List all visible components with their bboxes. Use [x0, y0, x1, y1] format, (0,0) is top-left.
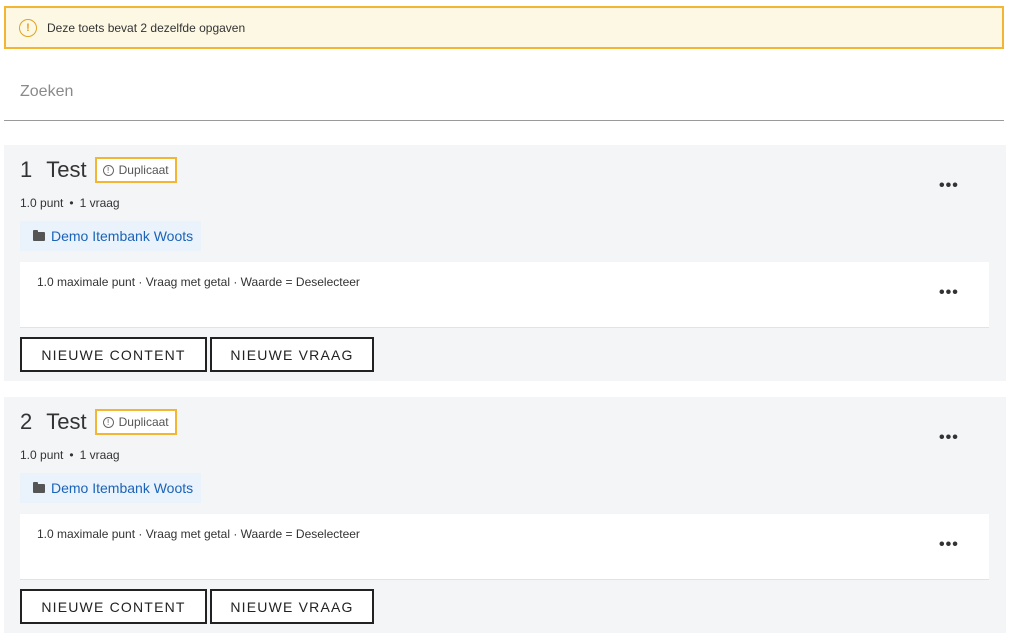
folder-name: Demo Itembank Woots — [51, 228, 194, 244]
search-input[interactable] — [4, 72, 1004, 112]
exclamation-circle-icon: ! — [19, 18, 37, 37]
question-card: 2 Test ! Duplicaat ••• 1.0 punt • 1 vraag … — [4, 397, 1006, 633]
question-item[interactable]: 1.0 maximale punt · Vraag met getal · Wa… — [20, 514, 989, 580]
item-description: 1.0 maximale punt · Vraag met getal · Wa… — [37, 527, 360, 541]
badge-label: Duplicaat — [118, 415, 169, 429]
question-title[interactable]: Test — [46, 157, 86, 183]
folder-link[interactable]: Demo Itembank Woots — [20, 221, 202, 251]
folder-link[interactable]: Demo Itembank Woots — [20, 473, 202, 503]
question-header: 2 Test ! Duplicaat — [20, 409, 177, 435]
question-meta: 1.0 punt • 1 vraag — [20, 196, 120, 210]
points-label: 1.0 punt — [20, 448, 64, 462]
points-label: 1.0 punt — [20, 196, 64, 210]
duplicate-badge: ! Duplicaat — [94, 409, 177, 435]
question-count: 1 vraag — [79, 448, 120, 462]
question-number: 2 — [20, 409, 33, 434]
question-actions: NIEUWE CONTENT NIEUWE VRAAG — [20, 337, 377, 372]
info-circle-icon: ! — [102, 164, 114, 176]
item-more-menu-button[interactable]: ••• — [939, 284, 959, 302]
new-content-button[interactable]: NIEUWE CONTENT — [20, 337, 207, 372]
item-more-menu-button[interactable]: ••• — [939, 536, 959, 554]
question-actions: NIEUWE CONTENT NIEUWE VRAAG — [20, 589, 377, 624]
new-question-button[interactable]: NIEUWE VRAAG — [210, 337, 374, 372]
question-meta: 1.0 punt • 1 vraag — [20, 448, 120, 462]
meta-separator: • — [69, 196, 74, 210]
new-content-button[interactable]: NIEUWE CONTENT — [20, 589, 207, 624]
folder-icon — [33, 229, 45, 241]
folder-name: Demo Itembank Woots — [51, 480, 194, 496]
question-title[interactable]: Test — [46, 409, 86, 435]
question-more-menu-button[interactable]: ••• — [939, 177, 959, 195]
info-circle-icon: ! — [102, 416, 114, 428]
question-number: 1 — [20, 157, 33, 182]
meta-separator: • — [69, 448, 74, 462]
folder-icon — [33, 481, 45, 493]
duplicate-badge: ! Duplicaat — [94, 157, 177, 183]
item-description: 1.0 maximale punt · Vraag met getal · Wa… — [37, 275, 360, 289]
question-card: 1 Test ! Duplicaat ••• 1.0 punt • 1 vraag … — [4, 145, 1006, 381]
question-item[interactable]: 1.0 maximale punt · Vraag met getal · Wa… — [20, 262, 989, 328]
new-question-button[interactable]: NIEUWE VRAAG — [210, 589, 374, 624]
warning-text: Deze toets bevat 2 dezelfde opgaven — [47, 20, 246, 35]
question-header: 1 Test ! Duplicaat — [20, 157, 177, 183]
badge-label: Duplicaat — [118, 163, 169, 177]
duplicate-warning-banner: ! Deze toets bevat 2 dezelfde opgaven — [4, 6, 1004, 49]
question-more-menu-button[interactable]: ••• — [939, 429, 959, 447]
question-count: 1 vraag — [79, 196, 120, 210]
search-bar — [4, 72, 1004, 121]
